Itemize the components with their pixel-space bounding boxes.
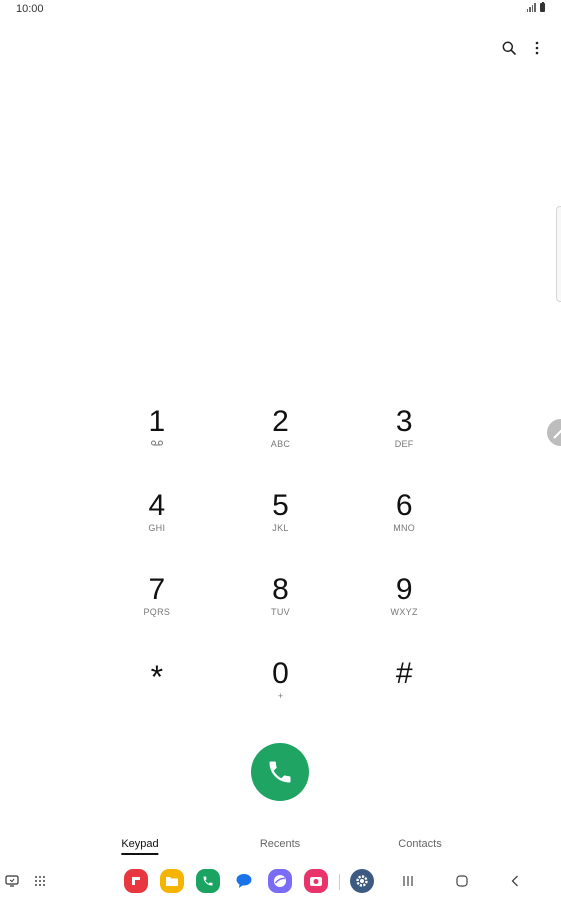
- key-star[interactable]: *: [95, 648, 219, 732]
- app-my-files[interactable]: [160, 869, 184, 893]
- screen-icon: [5, 875, 19, 887]
- search-icon: [502, 41, 516, 55]
- edit-button[interactable]: [547, 419, 561, 446]
- status-time: 10:00: [16, 3, 44, 15]
- flipboard-icon: [132, 877, 140, 885]
- grid-icon: [35, 876, 45, 886]
- key-5[interactable]: 5 JKL: [219, 480, 343, 564]
- key-digit: 5: [272, 489, 289, 522]
- key-6[interactable]: 6 MNO: [342, 480, 466, 564]
- app-messages[interactable]: [232, 869, 256, 893]
- key-7[interactable]: 7 PQRS: [95, 564, 219, 648]
- taskbar: [0, 864, 561, 898]
- back-icon: [511, 875, 518, 887]
- message-bubble-icon: [236, 874, 252, 888]
- bottom-tabs: Keypad Recents Contacts: [0, 838, 561, 858]
- app-settings[interactable]: [350, 869, 374, 893]
- key-letters: WXYZ: [390, 607, 418, 617]
- key-digit: 3: [395, 405, 413, 438]
- key-hash[interactable]: #: [342, 648, 466, 732]
- search-button[interactable]: [499, 38, 519, 58]
- key-digit: 4: [148, 489, 166, 522]
- key-1[interactable]: 1: [95, 396, 219, 480]
- app-camera[interactable]: [304, 869, 328, 893]
- tab-keypad[interactable]: Keypad: [121, 838, 159, 855]
- key-digit: *: [150, 659, 164, 695]
- phone-icon: [269, 761, 291, 783]
- tab-recents[interactable]: Recents: [260, 838, 300, 850]
- app-drawer-button[interactable]: [28, 869, 52, 893]
- home-icon: [456, 875, 468, 887]
- key-digit: 0: [272, 657, 289, 690]
- screen-recorder-button[interactable]: [0, 869, 24, 893]
- home-button[interactable]: [450, 869, 474, 893]
- browser-icon: [274, 875, 286, 887]
- key-letters: +: [277, 691, 284, 701]
- key-digit: 2: [272, 405, 289, 438]
- status-bar: 10:00: [0, 0, 561, 18]
- key-4[interactable]: 4 GHI: [95, 480, 219, 564]
- app-phone[interactable]: [196, 869, 220, 893]
- tab-contacts[interactable]: Contacts: [398, 838, 441, 850]
- key-letters: PQRS: [143, 607, 171, 617]
- edge-panel-handle[interactable]: [556, 206, 561, 302]
- gear-icon: [356, 875, 368, 887]
- more-vertical-icon: [535, 41, 539, 55]
- phone-app-icon: [203, 876, 213, 886]
- key-digit: #: [395, 657, 413, 690]
- camera-icon: [310, 877, 322, 886]
- more-options-button[interactable]: [527, 38, 547, 58]
- key-digit: 1: [148, 405, 166, 438]
- key-2[interactable]: 2 ABC: [219, 396, 343, 480]
- app-flipboard[interactable]: [124, 869, 148, 893]
- key-digit: 7: [148, 573, 166, 606]
- key-8[interactable]: 8 TUV: [219, 564, 343, 648]
- back-button[interactable]: [503, 869, 527, 893]
- key-letters: JKL: [272, 523, 289, 533]
- signal-icon: [526, 3, 536, 12]
- key-digit: 8: [272, 573, 289, 606]
- voicemail-icon: [150, 440, 163, 446]
- key-0[interactable]: 0 +: [219, 648, 343, 732]
- folder-icon: [166, 877, 178, 886]
- key-letters: MNO: [393, 523, 416, 533]
- taskbar-divider: [339, 874, 340, 890]
- recents-icon: [403, 876, 413, 886]
- dial-keypad: 1 2 ABC 3 DEF 4 GHI 5 JKL 6 MNO 7 PQRS 8…: [95, 396, 466, 732]
- key-letters: TUV: [271, 607, 290, 617]
- key-letters: ABC: [270, 439, 291, 449]
- status-icons: [526, 1, 545, 12]
- key-9[interactable]: 9 WXYZ: [342, 564, 466, 648]
- key-digit: 6: [395, 489, 413, 522]
- app-internet[interactable]: [268, 869, 292, 893]
- key-letters: GHI: [148, 523, 166, 533]
- key-digit: 9: [395, 573, 413, 606]
- call-button[interactable]: [251, 743, 309, 801]
- top-actions: [499, 38, 547, 58]
- battery-icon: [540, 1, 545, 12]
- recent-apps-button[interactable]: [396, 869, 420, 893]
- pencil-icon: [553, 429, 561, 438]
- key-letters: DEF: [394, 439, 414, 449]
- key-3[interactable]: 3 DEF: [342, 396, 466, 480]
